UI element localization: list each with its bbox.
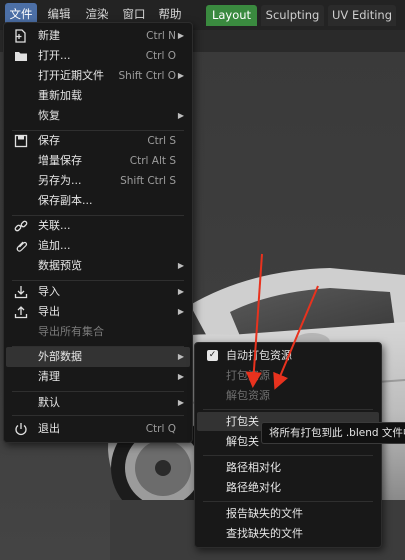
chevron-right-icon: ▶: [177, 287, 184, 296]
menu-save-as-shortcut: Shift Ctrl S: [120, 175, 176, 187]
menu-make-absolute-label: 路径绝对化: [226, 481, 281, 494]
menu-unpack-resources-label: 解包资源: [226, 389, 270, 402]
external-data-submenu: ✓ 自动打包资源 打包资源 解包资源 打包关 解包关 路径相对化 路径绝对化 报…: [194, 342, 382, 548]
chevron-right-icon: ▶: [177, 398, 184, 407]
menu-open-shortcut: Ctrl O: [145, 50, 176, 62]
paperclip-icon: [16, 241, 28, 252]
menu-revert[interactable]: 重新加载: [6, 86, 190, 106]
chevron-right-icon: ▶: [177, 372, 184, 381]
menu-save-copy-label: 保存副本...: [38, 194, 93, 207]
menu-save-as[interactable]: 另存为... Shift Ctrl S: [6, 171, 190, 191]
menu-save-incremental[interactable]: 增量保存 Ctrl Alt S: [6, 151, 190, 171]
menu-export-all-collections[interactable]: 导出所有集合: [6, 322, 190, 342]
chevron-right-icon: ▶: [177, 261, 184, 270]
menu-clean-up-label: 清理: [38, 370, 60, 383]
menu-report-missing-label: 报告缺失的文件: [226, 507, 303, 520]
export-icon: [14, 306, 28, 319]
divider: [12, 391, 184, 392]
menu-defaults[interactable]: 默认 ▶: [6, 393, 190, 413]
menu-open-recent-label: 打开近期文件: [38, 69, 104, 82]
menu-quit-label: 退出: [38, 422, 60, 435]
chevron-right-icon: ▶: [177, 111, 184, 120]
menu-unpack-resources[interactable]: 解包资源: [197, 386, 379, 405]
menu-autopack-label: 自动打包资源: [226, 349, 292, 362]
tab-layout[interactable]: Layout: [206, 5, 257, 26]
menu-pack-linked-label: 打包关: [226, 415, 259, 428]
menu-save-as-label: 另存为...: [38, 174, 82, 187]
menu-open-label: 打开...: [38, 49, 71, 62]
menu-new-label: 新建: [38, 29, 60, 42]
menu-data-previews-label: 数据预览: [38, 259, 82, 272]
menu-find-missing[interactable]: 查找缺失的文件: [197, 524, 379, 543]
checkbox-checked-icon[interactable]: ✓: [207, 350, 218, 361]
menu-append-label: 追加...: [38, 239, 71, 252]
tab-sculpting[interactable]: Sculpting: [261, 5, 324, 26]
menu-open-recent-shortcut: Shift Ctrl O: [118, 70, 177, 82]
menu-external-data-label: 外部数据: [38, 350, 82, 363]
tooltip: 将所有打包到此 .blend 文件中: [261, 422, 405, 444]
menu-save-incremental-shortcut: Ctrl Alt S: [129, 155, 176, 167]
divider: [12, 280, 184, 281]
menu-open[interactable]: 打开... Ctrl O: [6, 46, 190, 66]
menu-save[interactable]: 保存 Ctrl S: [6, 131, 190, 151]
menu-clean-up[interactable]: 清理 ▶: [6, 367, 190, 387]
menu-quit[interactable]: 退出 Ctrl Q: [6, 419, 190, 439]
menu-quit-shortcut: Ctrl Q: [145, 423, 176, 435]
menu-autopack[interactable]: ✓ 自动打包资源: [197, 346, 379, 365]
menu-save-label: 保存: [38, 134, 60, 147]
menu-revert-label: 重新加载: [38, 89, 82, 102]
chevron-right-icon: ▶: [177, 71, 184, 80]
divider: [12, 415, 184, 416]
menu-pack-resources-label: 打包资源: [226, 369, 270, 382]
divider: [203, 455, 373, 456]
menu-pack-resources[interactable]: 打包资源: [197, 366, 379, 385]
menu-link[interactable]: 关联...: [6, 216, 190, 236]
menu-find-missing-label: 查找缺失的文件: [226, 527, 303, 540]
menu-recover-label: 恢复: [38, 109, 60, 122]
menu-recover[interactable]: 恢复 ▶: [6, 106, 190, 126]
menu-report-missing[interactable]: 报告缺失的文件: [197, 504, 379, 523]
divider: [203, 409, 373, 410]
chevron-right-icon: ▶: [177, 352, 184, 361]
chevron-right-icon: ▶: [177, 307, 184, 316]
menu-export-label: 导出: [38, 305, 60, 318]
menu-data-previews[interactable]: 数据预览 ▶: [6, 256, 190, 276]
menu-append[interactable]: 追加...: [6, 236, 190, 256]
menu-defaults-label: 默认: [38, 396, 60, 409]
menu-save-copy[interactable]: 保存副本...: [6, 191, 190, 211]
menu-new[interactable]: 新建 Ctrl N ▶: [6, 26, 190, 46]
power-icon: [15, 423, 27, 436]
new-file-icon: [15, 29, 26, 43]
folder-icon: [15, 52, 27, 61]
menu-make-relative-label: 路径相对化: [226, 461, 281, 474]
menu-save-shortcut: Ctrl S: [147, 135, 176, 147]
menu-link-label: 关联...: [38, 219, 71, 232]
menu-import-label: 导入: [38, 285, 60, 298]
menu-export[interactable]: 导出 ▶: [6, 302, 190, 322]
menu-save-incremental-label: 增量保存: [38, 154, 82, 167]
menu-export-all-collections-label: 导出所有集合: [38, 325, 104, 338]
tab-uv-editing[interactable]: UV Editing: [328, 5, 396, 26]
menu-external-data[interactable]: 外部数据 ▶: [6, 347, 190, 367]
chevron-right-icon: ▶: [177, 31, 184, 40]
menu-unpack-linked-label: 解包关: [226, 435, 259, 448]
import-icon: [14, 286, 28, 299]
menu-open-recent[interactable]: 打开近期文件 Shift Ctrl O ▶: [6, 66, 190, 86]
menu-new-shortcut: Ctrl N: [146, 30, 176, 42]
divider: [203, 501, 373, 502]
file-menu: 新建 Ctrl N ▶ 打开... Ctrl O 打开近期文件 Shift Ct…: [3, 22, 193, 443]
floppy-disk-icon: [14, 134, 28, 148]
link-icon: [14, 220, 28, 232]
menu-import[interactable]: 导入 ▶: [6, 282, 190, 302]
menu-make-relative[interactable]: 路径相对化: [197, 458, 379, 477]
menu-make-absolute[interactable]: 路径绝对化: [197, 478, 379, 497]
